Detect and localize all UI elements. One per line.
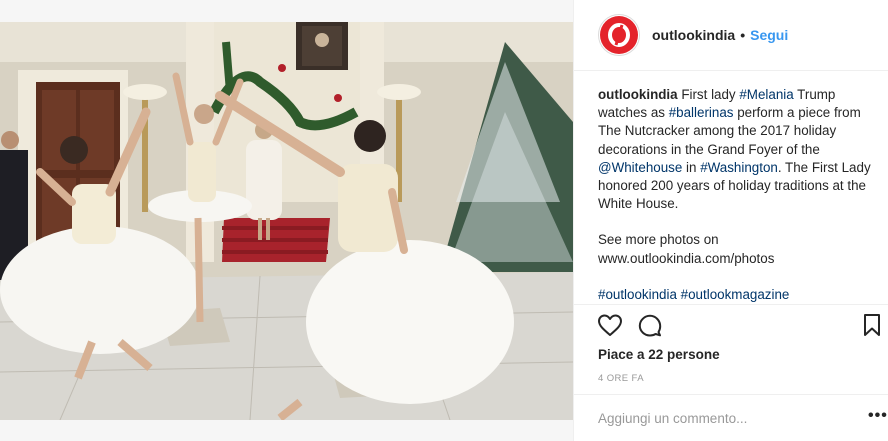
post-timestamp[interactable]: 4 ORE FA	[598, 373, 644, 384]
caption-gap	[598, 268, 880, 286]
hashtag-ballerinas[interactable]: #ballerinas	[669, 105, 734, 120]
header-separator: •	[740, 27, 746, 43]
hashtag-melania[interactable]: #Melania	[739, 87, 793, 102]
save-button[interactable]	[858, 312, 886, 340]
action-bar	[596, 312, 886, 340]
caption-tags: #outlookindia #outlookmagazine	[598, 286, 880, 304]
caption-url: www.outlookindia.com/photos	[598, 250, 775, 266]
see-more-text: See more photos on	[598, 232, 719, 248]
caption-gap	[598, 213, 880, 231]
like-button[interactable]	[596, 312, 624, 340]
caption-username[interactable]: outlookindia	[598, 87, 678, 102]
comment-button[interactable]	[636, 312, 664, 340]
post-caption: outlookindia First lady #Melania Trump w…	[598, 86, 880, 304]
caption-text-1: First lady	[677, 87, 740, 102]
hashtag-outlookmagazine[interactable]: #outlookmagazine	[681, 287, 790, 302]
comment-input[interactable]	[598, 408, 838, 428]
caption-text: outlookindia First lady #Melania Trump w…	[598, 86, 880, 213]
hashtag-washington[interactable]: #Washington	[700, 160, 778, 175]
post-photo[interactable]	[0, 22, 573, 420]
avatar[interactable]	[598, 14, 640, 56]
post-header: outlookindia • Segui	[574, 0, 888, 71]
photo-pane	[0, 0, 573, 441]
divider	[574, 304, 888, 305]
post-sidebar: outlookindia • Segui outlookindia First …	[573, 0, 888, 441]
follow-button[interactable]: Segui	[750, 27, 788, 43]
instagram-post: outlookindia • Segui outlookindia First …	[0, 0, 888, 441]
account-username[interactable]: outlookindia	[652, 27, 735, 43]
divider	[574, 394, 888, 395]
likes-count[interactable]: Piace a 22 persone	[598, 347, 720, 362]
caption-text-4: in	[682, 159, 701, 175]
more-options-button[interactable]: •••	[868, 408, 888, 424]
mention-whitehouse[interactable]: @Whitehouse	[598, 160, 682, 175]
heart-icon	[597, 313, 623, 340]
bookmark-icon	[862, 313, 882, 340]
hashtag-outlookindia[interactable]: #outlookindia	[598, 287, 677, 302]
comment-icon	[638, 313, 662, 340]
outlook-logo-icon	[600, 16, 638, 54]
